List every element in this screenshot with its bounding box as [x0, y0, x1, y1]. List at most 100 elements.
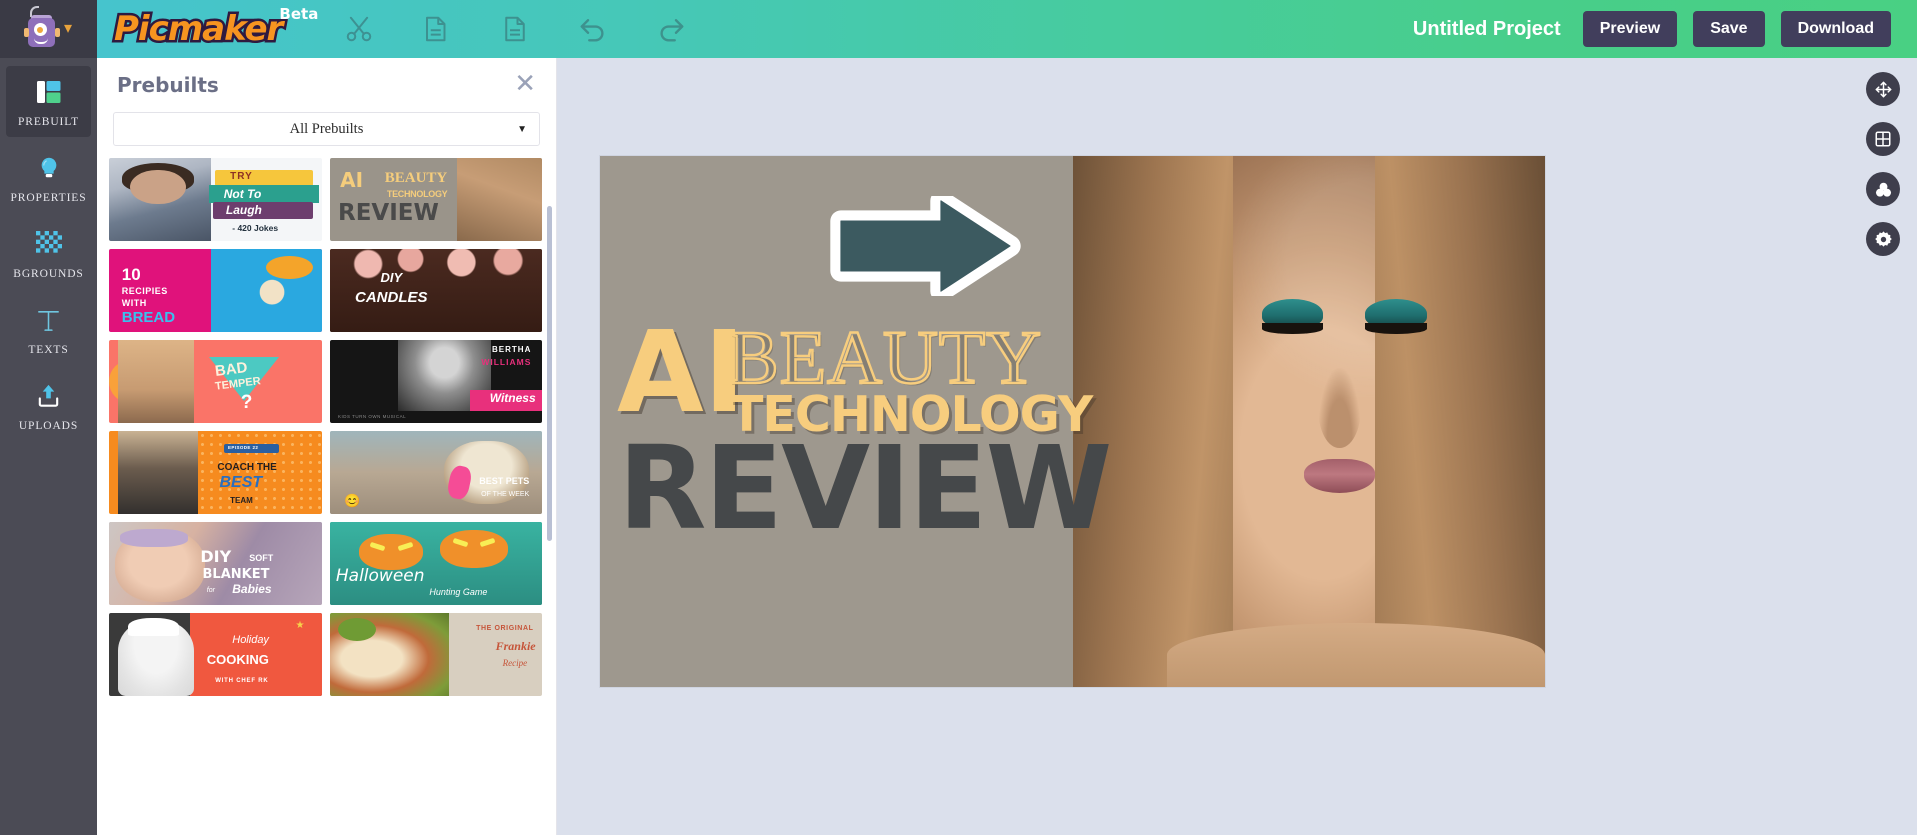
- canvas-tool-column: [1866, 72, 1900, 256]
- thumb-text: - 420 Jokes: [232, 223, 279, 234]
- paste-icon[interactable]: [500, 14, 530, 44]
- thumb-text: Babies: [232, 582, 272, 597]
- thumb-text: TEAM: [230, 496, 253, 506]
- brand-mascot-box[interactable]: ▾: [0, 0, 97, 58]
- sidebar-item-label: PROPERTIES: [10, 192, 87, 204]
- thumb-text: Halloween: [335, 565, 425, 586]
- preview-button[interactable]: Preview: [1582, 11, 1678, 47]
- upload-arrow-icon: [33, 380, 65, 412]
- sidebar-item-label: TEXTS: [28, 344, 69, 356]
- prebuilt-thumb-the-original-frankie-recipe[interactable]: THE ORIGINAL Frankie Recipe: [329, 613, 542, 696]
- thumb-text: Frankie: [495, 638, 536, 653]
- move-icon[interactable]: [1866, 72, 1900, 106]
- sidebar-item-bgrounds[interactable]: BGROUNDS: [6, 218, 91, 289]
- prebuilt-thumb-bertha-williams-witness[interactable]: BERTHA WILLIAMS Witness KIDS TURN OWN MU…: [329, 340, 542, 423]
- prebuilt-thumb-try-not-to-laugh[interactable]: TRY Not To Laugh - 420 Jokes: [109, 158, 322, 241]
- thumb-text: BAD: [214, 358, 249, 380]
- sidebar-item-prebuilt[interactable]: PREBUILT: [6, 66, 91, 137]
- prebuilt-thumb-ai-beauty-technology-review[interactable]: AI BEAUTY TECHNOLOGY REVIEW: [329, 158, 542, 241]
- star-icon: ★: [295, 619, 305, 631]
- prebuilt-thumb-holiday-cooking-with-chef-rk[interactable]: ★ Holiday COOKING WITH CHEF RK: [109, 613, 322, 696]
- thumb-text: for: [206, 586, 215, 594]
- undo-icon[interactable]: [578, 14, 608, 44]
- lightbulb-icon: [33, 152, 65, 184]
- sidebar-item-properties[interactable]: PROPERTIES: [6, 142, 91, 213]
- thumb-text: AI: [340, 168, 364, 193]
- prebuilt-thumb-coach-the-best-team[interactable]: EPISODE 22 COACH THE BEST TEAM: [109, 431, 322, 514]
- left-nav-rail: PREBUILT PROPERTIES BGROUNDS TEXTS UPLOA…: [0, 58, 97, 835]
- panel-scrollbar[interactable]: [547, 206, 552, 541]
- panel-filter-row: All Prebuilts ▼: [97, 103, 556, 158]
- brand-name: Picmaker: [111, 7, 285, 52]
- prebuilts-thumbnail-list[interactable]: TRY Not To Laugh - 420 Jokes AI BEAUTY T…: [97, 158, 556, 835]
- prebuilts-filter-value: All Prebuilts: [289, 120, 364, 137]
- smiley-emoji-icon: 😊: [344, 493, 361, 509]
- picmaker-logo[interactable]: Picmaker Beta: [111, 5, 318, 52]
- prebuilt-thumb-diy-candles[interactable]: DIY CANDLES: [329, 249, 542, 332]
- sidebar-item-label: UPLOADS: [18, 420, 79, 432]
- prebuilts-panel: Prebuilts ✕ All Prebuilts ▼ TRY Not To L…: [97, 58, 557, 835]
- design-canvas[interactable]: AI BEAUTY TECHNOLOGY REVIEW: [600, 156, 1545, 687]
- canvas-headline-beauty[interactable]: BEAUTY: [727, 319, 1043, 398]
- chevron-down-icon[interactable]: ▾: [64, 21, 72, 37]
- canvas-workspace[interactable]: AI BEAUTY TECHNOLOGY REVIEW: [557, 58, 1917, 835]
- project-title[interactable]: Untitled Project: [1413, 18, 1561, 41]
- checkerboard-icon: [33, 228, 65, 260]
- thumb-text: SOFT: [249, 552, 274, 563]
- sidebar-item-label: PREBUILT: [17, 116, 80, 128]
- color-wheel-icon[interactable]: [1866, 172, 1900, 206]
- page-title: Prebuilts: [117, 73, 219, 97]
- thumb-text: BEST PETS: [479, 476, 530, 487]
- prebuilt-thumb-diy-soft-blanket-for-babies[interactable]: DIY SOFT BLANKET for Babies: [109, 522, 322, 605]
- save-button[interactable]: Save: [1693, 11, 1765, 47]
- canvas-headline-review[interactable]: REVIEW: [618, 432, 1112, 546]
- right-arrow-sticker-icon[interactable]: [829, 196, 1022, 296]
- grid-icon[interactable]: [1866, 122, 1900, 156]
- chevron-down-icon: ▼: [517, 123, 527, 135]
- thumb-text: THE ORIGINAL: [476, 624, 534, 632]
- sidebar-item-texts[interactable]: TEXTS: [6, 294, 91, 365]
- thumb-text: BERTHA: [492, 344, 532, 354]
- copy-icon[interactable]: [422, 14, 452, 44]
- thumb-text: COOKING: [206, 651, 269, 667]
- thumb-text: WITH CHEF RK: [215, 677, 269, 684]
- thumb-text: DIY: [380, 270, 403, 286]
- text-t-icon: [33, 304, 65, 336]
- prebuilt-grid-icon: [33, 76, 65, 108]
- thumb-text: REVIEW: [338, 199, 439, 226]
- thumb-text: CANDLES: [355, 288, 428, 306]
- thumb-text: WILLIAMS: [481, 357, 532, 368]
- gear-icon[interactable]: [1866, 222, 1900, 256]
- thumb-text: Holiday: [232, 633, 269, 646]
- prebuilt-thumb-best-pets-of-the-week[interactable]: BEST PETS OF THE WEEK 😊: [329, 431, 542, 514]
- thumb-text: 10: [121, 264, 141, 284]
- prebuilt-thumb-10-recipies-with-bread[interactable]: 10 RECIPIES WITH BREAD: [109, 249, 322, 332]
- thumb-text: OF THE WEEK: [481, 490, 530, 498]
- thumb-text: TRY: [230, 171, 253, 183]
- thumb-text: DIY: [200, 546, 232, 566]
- thumb-text: RECIPIES: [121, 286, 168, 297]
- close-icon[interactable]: ✕: [514, 70, 536, 96]
- picmaker-editor: ▾ Picmaker Beta Untitled Project Preview…: [0, 0, 1917, 835]
- thumb-text: Laugh: [225, 203, 262, 218]
- thumb-text: BEST: [219, 473, 263, 491]
- thumb-text: Not To: [223, 186, 262, 201]
- thumb-text: BLANKET: [202, 567, 270, 583]
- prebuilt-thumb-halloween-hunting-game[interactable]: Halloween Hunting Game: [329, 522, 542, 605]
- sidebar-item-label: BGROUNDS: [13, 268, 84, 280]
- prebuilt-thumb-bad-temper[interactable]: BAD TEMPER ?: [109, 340, 322, 423]
- download-button[interactable]: Download: [1780, 11, 1891, 47]
- thumb-text: WITH: [121, 297, 147, 308]
- prebuilts-filter-select[interactable]: All Prebuilts ▼: [113, 112, 540, 146]
- thumb-text: KIDS TURN OWN MUSICAL: [338, 414, 407, 420]
- thumb-text: EPISODE 22: [228, 444, 259, 450]
- cut-icon[interactable]: [344, 14, 374, 44]
- sidebar-item-uploads[interactable]: UPLOADS: [6, 370, 91, 441]
- thumb-text: Witness: [489, 391, 536, 406]
- redo-icon[interactable]: [656, 14, 686, 44]
- thumb-text: COACH THE: [217, 461, 277, 473]
- thumb-text: BEAUTY: [384, 170, 448, 187]
- canvas-headline-ai[interactable]: AI: [617, 317, 745, 428]
- thumb-text: ?: [240, 392, 253, 414]
- model-photo: [1072, 156, 1545, 687]
